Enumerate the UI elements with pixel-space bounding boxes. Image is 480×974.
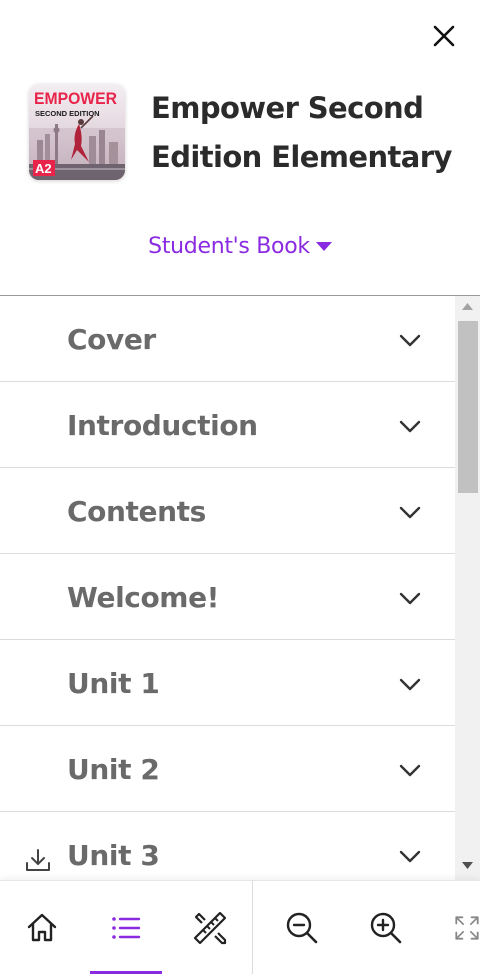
table-of-contents-icon [112,917,141,939]
toc-item-unit-3[interactable]: Unit 3 [0,812,455,880]
chevron-down-icon[interactable] [399,506,421,519]
toc-item-welcome[interactable]: Welcome! [0,554,455,640]
caret-down-icon [315,242,332,251]
chevron-down-icon[interactable] [399,420,421,433]
toc-scrollbar[interactable] [455,296,480,880]
toc-item-introduction[interactable]: Introduction [0,382,455,468]
book-cover-image: EMPOWER SECOND EDITION A2 [29,84,125,180]
chevron-down-icon[interactable] [399,592,421,605]
chevron-down-icon[interactable] [399,850,421,863]
home-button[interactable] [6,881,78,974]
zoom-out-button[interactable] [266,881,338,974]
zoom-in-button[interactable] [350,881,422,974]
toc-item-label: Unit 2 [67,753,160,786]
cover-subtitle-text: SECOND EDITION [35,109,100,118]
table-of-contents-list: Cover Introduction Contents Welcome! Uni… [0,296,455,880]
toc-item-label: Contents [67,495,206,528]
toc-item-label: Unit 3 [67,839,160,872]
tools-button[interactable] [174,881,246,974]
toc-item-unit-1[interactable]: Unit 1 [0,640,455,726]
edition-dropdown-label: Student's Book [148,233,310,259]
download-icon[interactable] [25,848,51,872]
scrollbar-thumb[interactable] [458,321,478,493]
tools-icon [193,911,227,945]
toc-item-contents[interactable]: Contents [0,468,455,554]
fullscreen-button[interactable] [436,881,480,974]
edition-dropdown[interactable]: Student's Book [0,228,480,264]
scroll-up-arrow-icon[interactable] [462,303,473,310]
toc-item-label: Introduction [67,409,258,442]
toolbar-divider [252,881,253,974]
scroll-down-arrow-icon[interactable] [462,862,473,869]
close-button[interactable] [428,20,460,52]
toc-item-unit-2[interactable]: Unit 2 [0,726,455,812]
table-of-contents-button[interactable] [90,881,162,974]
book-title: Empower Second Edition Elementary [151,91,452,174]
fullscreen-icon [455,916,479,940]
toc-item-label: Cover [67,323,156,356]
home-icon [27,913,57,942]
chevron-down-icon[interactable] [399,678,421,691]
toc-item-label: Unit 1 [67,667,160,700]
close-icon [433,25,455,47]
chevron-down-icon[interactable] [399,764,421,777]
book-header: EMPOWER SECOND EDITION A2 Empower Second… [0,80,480,190]
zoom-out-icon [286,912,318,944]
book-navigation-panel: EMPOWER SECOND EDITION A2 Empower Second… [0,0,480,974]
bottom-toolbar [0,880,480,974]
zoom-in-icon [370,912,402,944]
cover-level-text: A2 [35,161,52,176]
toc-item-label: Welcome! [67,581,220,614]
toc-item-cover[interactable]: Cover [0,296,455,382]
chevron-down-icon[interactable] [399,334,421,347]
cover-brand-text: EMPOWER [34,89,117,108]
